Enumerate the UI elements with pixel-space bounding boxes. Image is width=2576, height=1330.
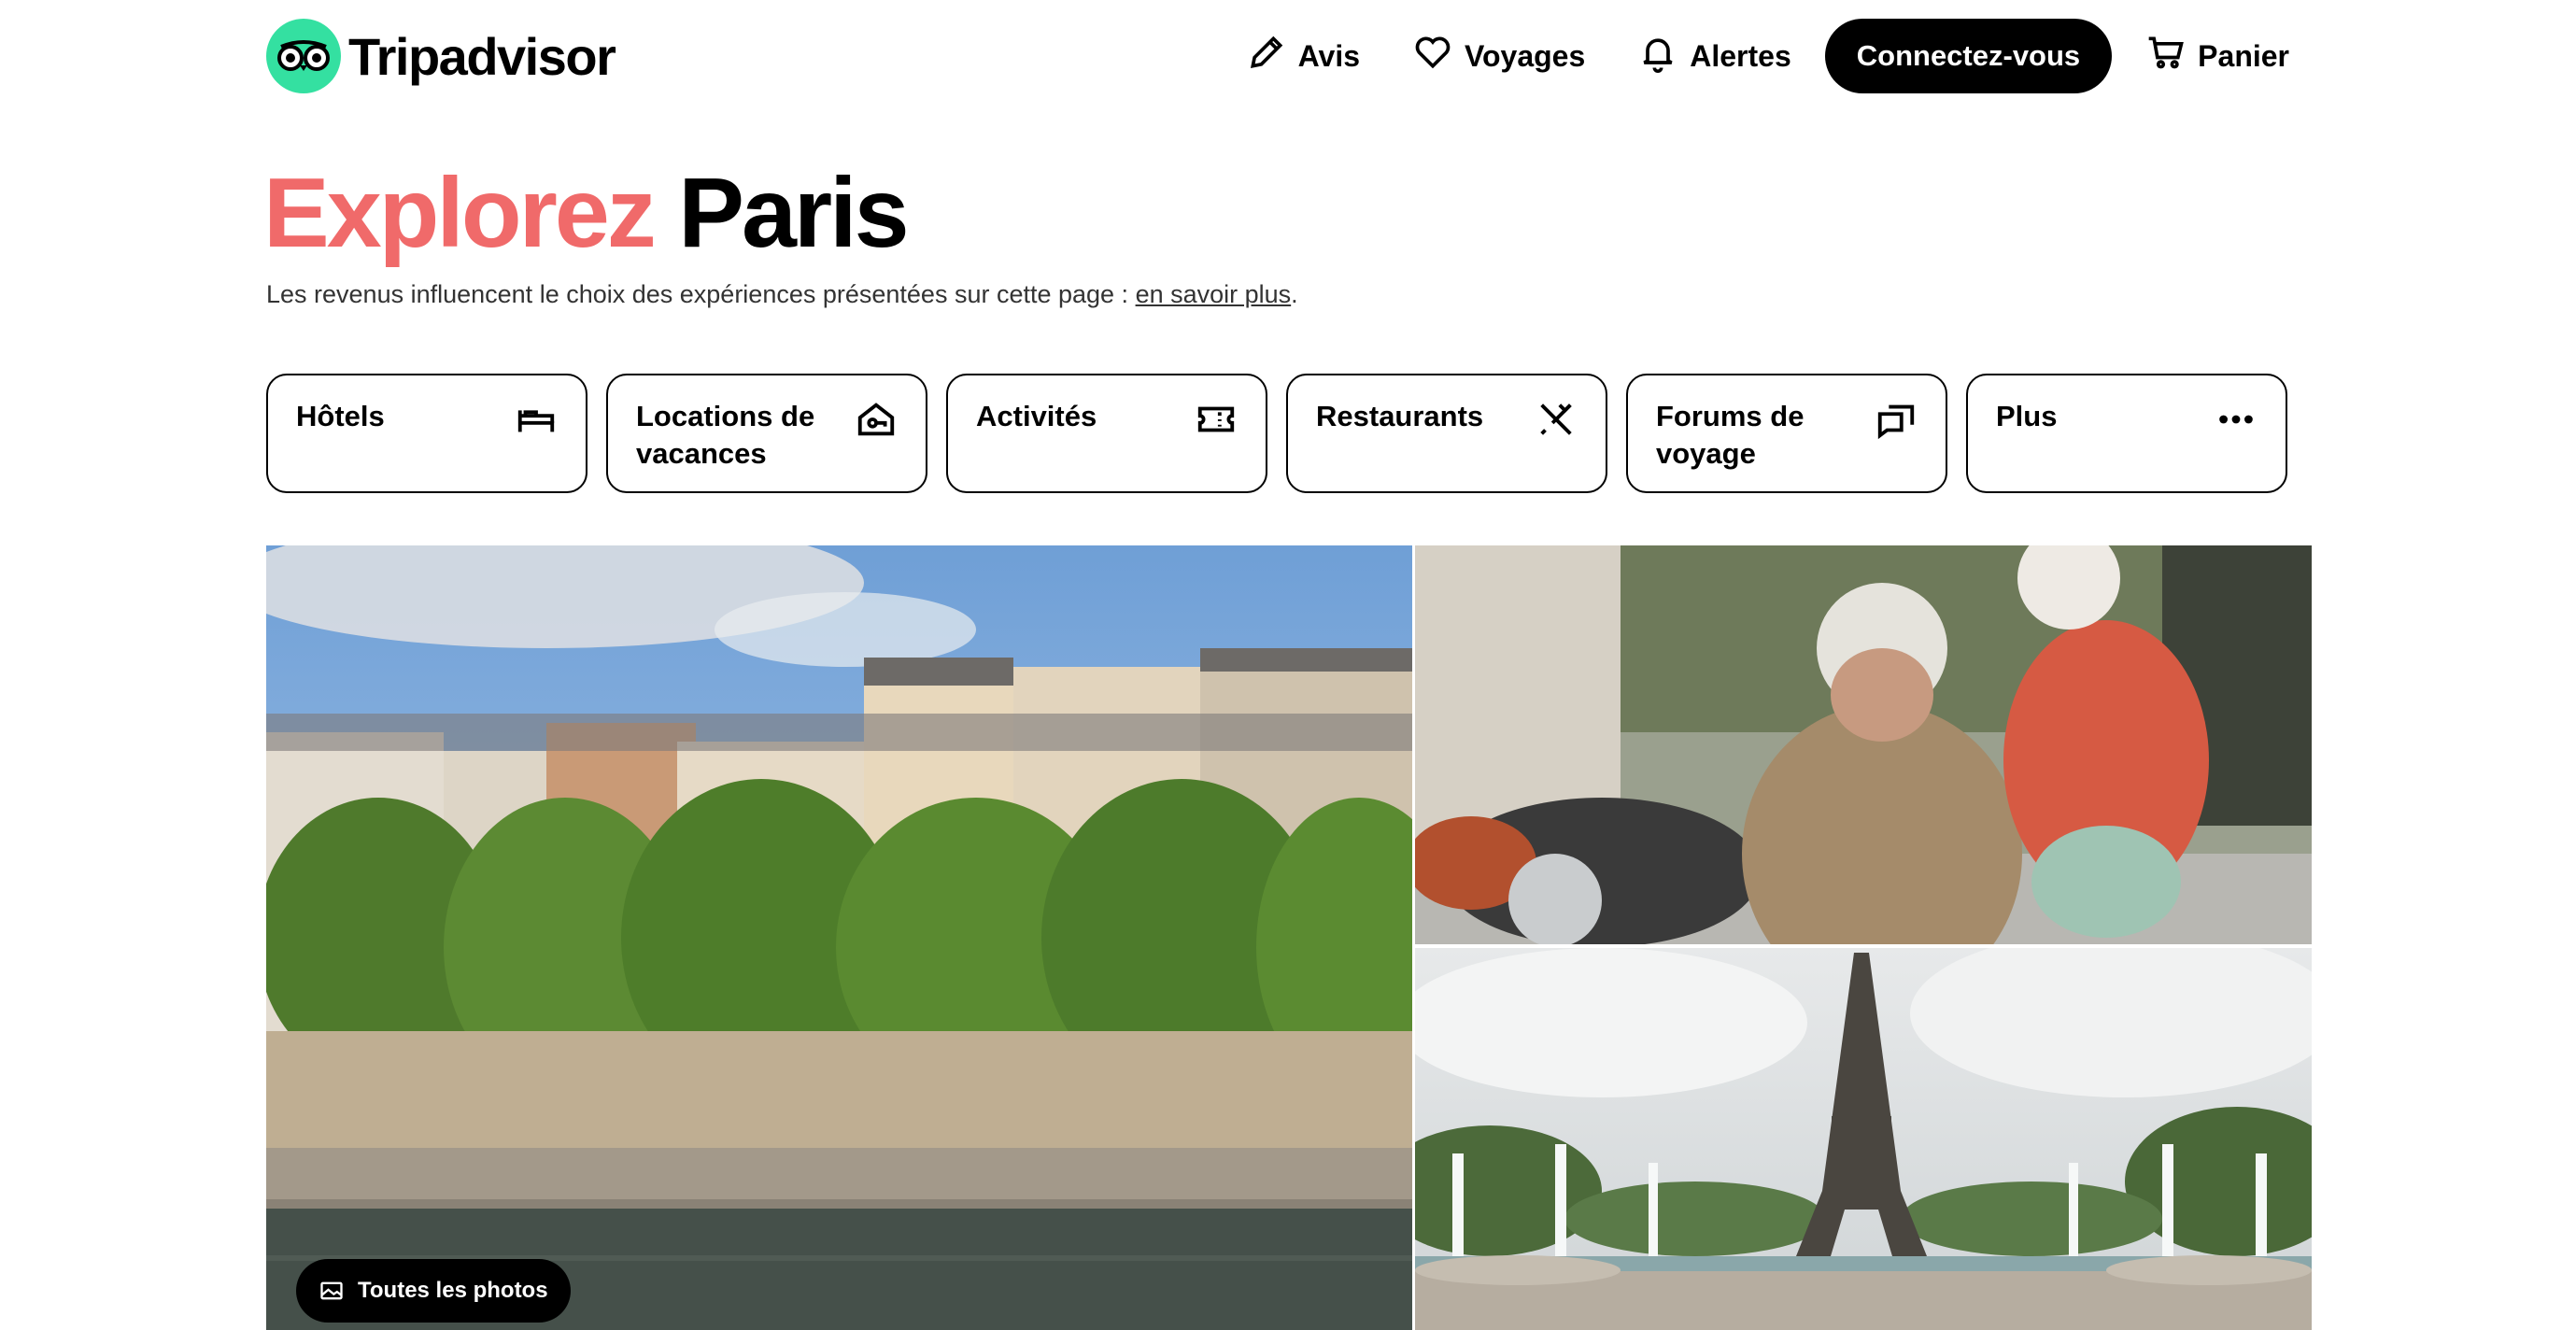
alerts-label: Alertes: [1690, 38, 1791, 73]
category-label: Hôtels: [296, 400, 385, 432]
all-photos-button[interactable]: Toutes les photos: [296, 1259, 571, 1323]
tripadvisor-logo[interactable]: Tripadvisor: [266, 19, 616, 93]
house-key-icon: [855, 398, 898, 446]
category-vacation-rentals[interactable]: Locations de vacances: [606, 374, 927, 493]
header: Tripadvisor Avis Voyages Alertes Connect…: [266, 17, 2312, 95]
trips-label: Voyages: [1465, 38, 1586, 73]
disclaimer-text: Les revenus influencent le choix des exp…: [266, 280, 1136, 308]
trips-link[interactable]: Voyages: [1390, 19, 1607, 93]
pencil-icon: [1246, 32, 1287, 80]
category-activities[interactable]: Activités: [946, 374, 1267, 493]
ticket-icon: [1195, 398, 1238, 446]
fork-knife-icon: [1535, 398, 1578, 446]
category-label: Forums de voyage: [1656, 400, 1805, 470]
image-icon: [318, 1278, 345, 1304]
title-city: Paris: [678, 158, 909, 268]
revenue-disclaimer: Les revenus influencent le choix des exp…: [266, 280, 1298, 309]
disclaimer-end: .: [1291, 280, 1298, 308]
category-label: Activités: [976, 400, 1097, 432]
category-label: Restaurants: [1316, 400, 1484, 432]
main-nav: Avis Voyages Alertes Connectez-vous Pani…: [1224, 19, 2312, 93]
title-accent: Explorez: [263, 158, 657, 268]
more-dots-icon: [2215, 398, 2258, 446]
eiffel-tower-photo[interactable]: [1415, 948, 2312, 1330]
cart-label: Panier: [2198, 38, 2289, 73]
bell-icon: [1637, 32, 1678, 80]
cart-link[interactable]: Panier: [2123, 19, 2312, 93]
category-label: Plus: [1996, 400, 2058, 432]
all-photos-label: Toutes les photos: [358, 1278, 548, 1303]
photo-gallery: Toutes les photos: [266, 545, 2312, 1330]
category-hotels[interactable]: Hôtels: [266, 374, 587, 493]
cart-icon: [2145, 32, 2187, 80]
logo-text: Tripadvisor: [348, 26, 616, 86]
seine-riverside-photo[interactable]: Toutes les photos: [266, 545, 1412, 1330]
reviews-link[interactable]: Avis: [1224, 19, 1382, 93]
reviews-label: Avis: [1297, 38, 1360, 73]
page: Tripadvisor Avis Voyages Alertes Connect…: [0, 0, 2576, 1330]
sidecar-tour-photo[interactable]: [1415, 545, 2312, 944]
category-label: Locations de vacances: [636, 400, 815, 470]
category-cards: Hôtels Locations de vacances Activités R…: [266, 374, 2287, 493]
page-title: Explorez Paris: [263, 157, 910, 269]
bed-icon: [515, 398, 558, 446]
heart-icon: [1412, 32, 1453, 80]
category-more[interactable]: Plus: [1966, 374, 2287, 493]
category-forums[interactable]: Forums de voyage: [1626, 374, 1947, 493]
login-button[interactable]: Connectez-vous: [1824, 19, 2113, 93]
learn-more-link[interactable]: en savoir plus: [1136, 280, 1292, 308]
chat-bubbles-icon: [1875, 398, 1918, 446]
alerts-link[interactable]: Alertes: [1615, 19, 1814, 93]
owl-logo-icon: [266, 19, 341, 93]
category-restaurants[interactable]: Restaurants: [1286, 374, 1607, 493]
